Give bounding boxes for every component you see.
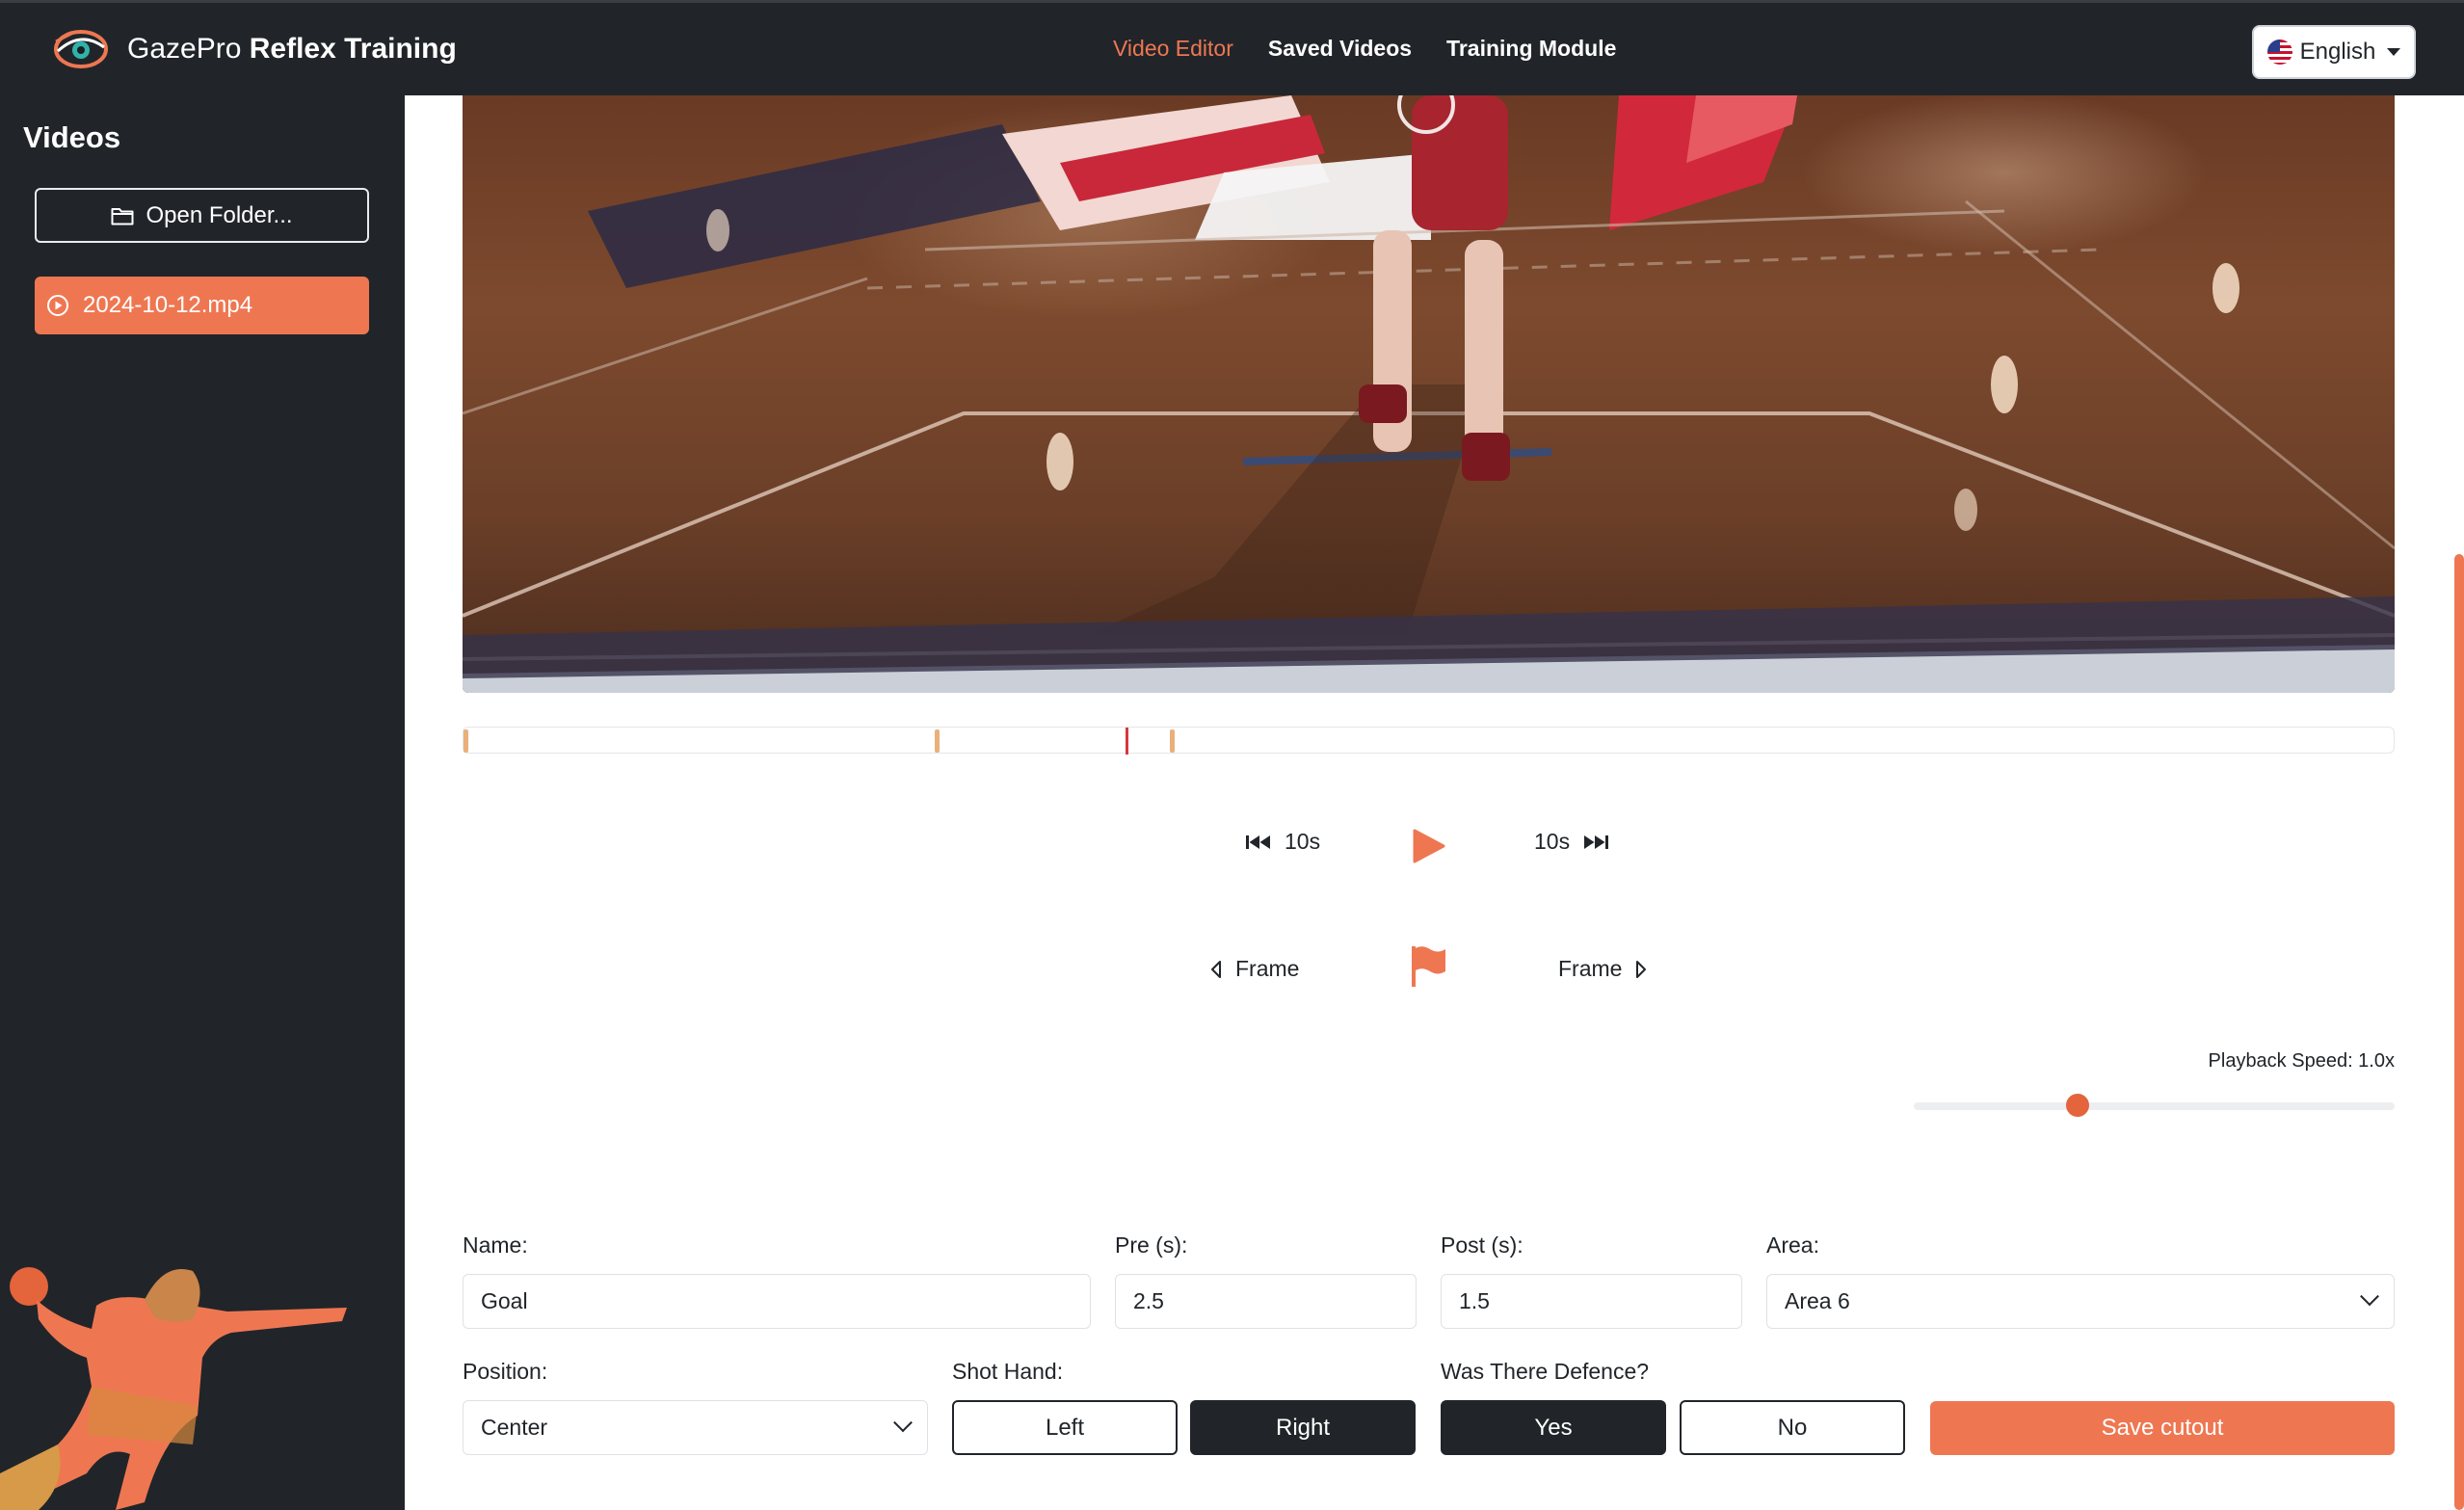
brand[interactable]: GazePro Reflex Training (52, 24, 457, 74)
top-navbar: GazePro Reflex Training Video Editor Sav… (0, 0, 2464, 95)
caret-left-icon (1211, 960, 1221, 978)
fast-forward-icon (1584, 834, 1609, 849)
play-icon[interactable] (1409, 827, 1447, 865)
post-label: Post (s): (1441, 1232, 1523, 1258)
video-list-item[interactable]: 2024-10-12.mp4 (35, 277, 369, 334)
save-cutout-button[interactable]: Save cutout (1930, 1401, 2395, 1455)
us-flag-icon (2266, 40, 2292, 65)
playback-speed-slider[interactable] (1914, 1094, 2395, 1117)
caret-right-icon (1636, 960, 1647, 978)
frame-back-label: Frame (1235, 956, 1300, 981)
frame-back-button[interactable]: Frame (1210, 956, 1299, 982)
sidebar: Videos Open Folder... 2024-10-12.mp4 (0, 95, 405, 1510)
timeline-playhead[interactable] (1126, 728, 1129, 755)
nav-links: Video Editor Saved Videos Training Modul… (1113, 36, 1616, 62)
language-dropdown[interactable]: English (2252, 25, 2416, 79)
area-select[interactable]: Area 6 (1766, 1274, 2395, 1329)
folder-icon (111, 207, 134, 225)
flag-icon[interactable] (1409, 944, 1447, 989)
frame-forward-label: Frame (1558, 956, 1623, 981)
timeline-marker[interactable] (934, 729, 940, 753)
post-input[interactable]: 1.5 (1441, 1274, 1742, 1329)
defence-label: Was There Defence? (1441, 1359, 1650, 1384)
handball-player-illustration (0, 1267, 347, 1510)
page-scrollbar[interactable] (2454, 554, 2464, 1510)
pre-input[interactable]: 2.5 (1115, 1274, 1417, 1329)
pre-label: Pre (s): (1115, 1232, 1188, 1258)
nav-link-training-module[interactable]: Training Module (1446, 36, 1616, 62)
position-label: Position: (463, 1359, 548, 1384)
defence-no-button[interactable]: No (1680, 1400, 1905, 1455)
open-folder-label: Open Folder... (146, 201, 293, 228)
area-label: Area: (1766, 1232, 1819, 1258)
position-value: Center (481, 1415, 548, 1440)
court-scene (463, 95, 2395, 693)
skip-back-button[interactable]: 10s (1246, 829, 1320, 855)
chevron-down-icon (893, 1412, 913, 1432)
nav-link-saved-videos[interactable]: Saved Videos (1268, 36, 1412, 62)
frame-forward-button[interactable]: Frame (1558, 956, 1647, 982)
rewind-icon (1246, 834, 1270, 849)
nav-link-video-editor[interactable]: Video Editor (1113, 36, 1233, 62)
brand-name: GazePro Reflex Training (127, 33, 457, 65)
play-circle-icon (47, 295, 68, 316)
skip-back-label: 10s (1285, 829, 1321, 854)
defence-yes-button[interactable]: Yes (1441, 1400, 1666, 1455)
shot-hand-label: Shot Hand: (952, 1359, 1064, 1384)
skip-forward-label: 10s (1534, 829, 1571, 854)
name-label: Name: (463, 1232, 528, 1258)
open-folder-button[interactable]: Open Folder... (35, 188, 369, 243)
area-value: Area 6 (1785, 1288, 1850, 1313)
timeline-marker[interactable] (464, 729, 468, 753)
position-select[interactable]: Center (463, 1400, 928, 1455)
caret-down-icon (2387, 48, 2401, 56)
timeline-marker[interactable] (1170, 729, 1176, 753)
video-filename: 2024-10-12.mp4 (83, 292, 253, 318)
slider-thumb[interactable] (2065, 1094, 2089, 1117)
shot-hand-right-button[interactable]: Right (1190, 1400, 1416, 1455)
video-preview[interactable] (463, 95, 2395, 693)
playback-speed-label: Playback Speed: 1.0x (2208, 1050, 2395, 1072)
name-input[interactable]: Goal (463, 1274, 1091, 1329)
sidebar-title: Videos (23, 120, 121, 154)
language-label: English (2299, 39, 2376, 65)
skip-forward-button[interactable]: 10s (1534, 829, 1609, 855)
chevron-down-icon (2360, 1285, 2379, 1306)
shot-hand-left-button[interactable]: Left (952, 1400, 1178, 1455)
eye-logo-icon (54, 30, 108, 68)
video-timeline[interactable] (463, 727, 2395, 755)
